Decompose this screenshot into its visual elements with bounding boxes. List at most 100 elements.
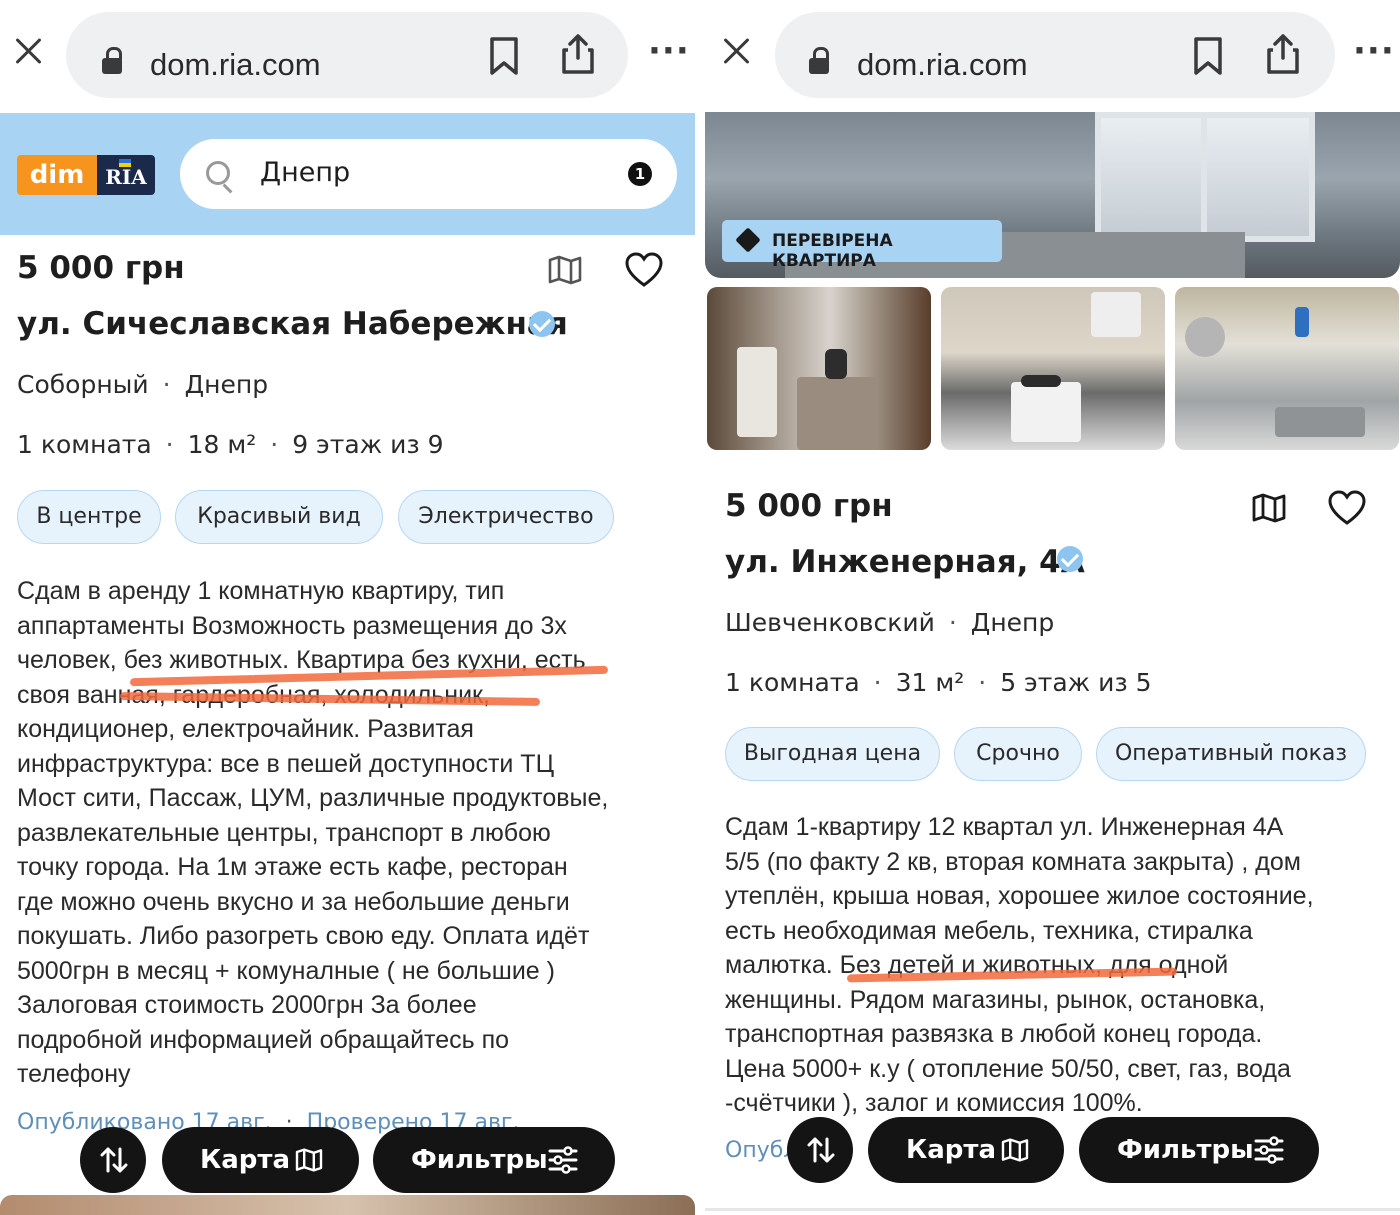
close-icon[interactable] (14, 36, 44, 66)
filter-sliders-icon (548, 1146, 578, 1174)
dimria-logo[interactable]: dim RIA (17, 155, 155, 195)
logo-dim: dim (17, 155, 97, 195)
map-button-label: Карта (906, 1135, 997, 1165)
logo-ria: RIA (97, 155, 155, 195)
share-icon[interactable] (560, 34, 596, 74)
description-line: кондиционер, електрочайник. Развитая (17, 715, 474, 743)
description-line: 5/5 (по факту 2 кв, вторая комната закры… (725, 847, 1301, 876)
map-icon[interactable] (1252, 493, 1286, 523)
sort-icon (100, 1147, 128, 1173)
listing-price: 5 000 грн (725, 488, 893, 524)
filter-sliders-icon (1254, 1136, 1284, 1164)
photo-thumbnail[interactable] (1175, 287, 1399, 450)
share-icon[interactable] (1265, 34, 1301, 74)
tag-chip[interactable]: Срочно (954, 727, 1082, 781)
sort-icon (807, 1137, 835, 1163)
close-icon[interactable] (722, 36, 752, 66)
description-line: есть необходимая мебель, техника, стирал… (725, 916, 1253, 945)
description-line: покушать. Либо разогреть свою еду. Оплат… (17, 922, 590, 950)
more-icon[interactable]: ··· (648, 34, 690, 68)
filters-button[interactable]: Фильтры (373, 1127, 615, 1193)
filters-button[interactable]: Фильтры (1079, 1117, 1319, 1183)
panel-divider (695, 0, 705, 1215)
area: 18 м² (187, 430, 257, 459)
verified-apartment-badge: ПЕРЕВІРЕНА КВАРТИРА (722, 220, 1002, 271)
tag-chip[interactable]: Электричество (398, 490, 614, 544)
bookmark-icon[interactable] (1190, 36, 1226, 76)
next-listing-photo[interactable] (0, 1195, 695, 1215)
description-line: где можно очень вкусно и за небольшие де… (17, 887, 570, 916)
main-listing-photo[interactable]: ПЕРЕВІРЕНА КВАРТИРА (705, 112, 1400, 278)
sort-button[interactable] (787, 1117, 853, 1183)
description-line: аппартаменты Возможность размещения до 3… (17, 611, 567, 640)
browser-bar: dom.ria.com ··· (0, 0, 695, 110)
description-line: Сдам 1-квартиру 12 квартал ул. Инженерна… (725, 813, 1284, 841)
floor: 9 этаж из 9 (292, 430, 444, 459)
section-separator (705, 1208, 1400, 1211)
tag-chip[interactable]: Красивый вид (175, 490, 383, 544)
tag-chip[interactable]: Оперативный показ (1096, 727, 1366, 781)
description-line: подробной информацией обращайтесь по (17, 1025, 510, 1054)
description-line: Сдам в аренду 1 комнатную квартиру, тип (17, 577, 505, 605)
more-icon[interactable]: ··· (1353, 34, 1395, 68)
verified-icon (1057, 546, 1083, 572)
city: Днепр (970, 608, 1055, 637)
bookmark-icon[interactable] (486, 36, 522, 76)
favorite-heart-icon[interactable] (1328, 490, 1366, 526)
city: Днепр (184, 370, 269, 399)
description-line: -счётчики ), залог и комиссия 100%. (725, 1089, 1143, 1117)
description-line: развлекательные центры, транспорт в любо… (17, 818, 551, 847)
photo-thumbnail[interactable] (941, 287, 1165, 450)
district: Шевченковский (725, 608, 935, 637)
details-line: 1 комната · 18 м² · 9 этаж из 9 (17, 430, 444, 459)
description-line: утеплён, крыша новая, хорошее жилое сост… (725, 882, 1314, 910)
listing-description: Сдам 1-квартиру 12 квартал ул. Инженерна… (725, 810, 1314, 1121)
listing-price: 5 000 грн (17, 250, 185, 286)
verified-icon (529, 311, 555, 337)
search-icon (206, 161, 230, 185)
tag-chip[interactable]: Выгодная цена (725, 727, 940, 781)
description-line: телефону (17, 1060, 131, 1088)
floor: 5 этаж из 5 (1000, 668, 1152, 697)
search-value: Днепр (260, 157, 351, 188)
description-line: Мост сити, Пассаж, ЦУМ, различные продук… (17, 784, 609, 812)
map-button[interactable]: Карта (868, 1117, 1064, 1183)
lock-icon (102, 47, 122, 74)
map-icon[interactable] (548, 255, 582, 285)
left-screenshot: dom.ria.com ··· dim RIA Днепр 1 5 000 гр… (0, 0, 695, 1215)
photo-thumbnail[interactable] (707, 287, 931, 450)
description-line: Цена 5000+ к.у ( отопление 50/50, свет, … (725, 1054, 1291, 1083)
description-line: Залоговая стоимость 2000грн За более (17, 991, 477, 1019)
map-icon (295, 1148, 323, 1172)
rooms: 1 комната (725, 668, 860, 697)
verified-badge-text: ПЕРЕВІРЕНА КВАРТИРА (772, 231, 893, 271)
area: 31 м² (895, 668, 965, 697)
url-text: dom.ria.com (150, 47, 321, 82)
favorite-heart-icon[interactable] (625, 252, 663, 288)
listing-street[interactable]: ул. Сичеславская Набережная (17, 306, 568, 342)
address-bar[interactable]: dom.ria.com (775, 12, 1335, 98)
tag-chip[interactable]: В центре (17, 490, 161, 544)
search-input[interactable]: Днепр 1 (180, 139, 677, 209)
details-line: 1 комната · 31 м² · 5 этаж из 5 (725, 668, 1152, 697)
lock-icon (809, 47, 829, 74)
filters-button-label: Фильтры (411, 1145, 548, 1175)
listing-street[interactable]: ул. Инженерная, 4А (725, 544, 1085, 580)
map-button-label: Карта (200, 1145, 291, 1175)
sort-button[interactable] (80, 1127, 146, 1193)
filters-button-label: Фильтры (1117, 1135, 1254, 1165)
search-filter-count-badge: 1 (628, 162, 652, 186)
map-button[interactable]: Карта (162, 1127, 359, 1193)
description-line: точку города. На 1м этаже есть кафе, рес… (17, 853, 568, 881)
address-bar[interactable]: dom.ria.com (66, 12, 628, 98)
description-line: инфраструктура: все в пешей доступности … (17, 749, 555, 778)
description-line: транспортная развязка в любой конец горо… (725, 1020, 1263, 1048)
url-text: dom.ria.com (857, 47, 1028, 82)
location-line: Шевченковский · Днепр (725, 608, 1055, 637)
photo-window (1095, 112, 1315, 242)
site-header: dim RIA Днепр 1 (0, 113, 695, 235)
map-icon (1001, 1138, 1029, 1162)
district: Соборный (17, 370, 149, 399)
description-line: 5000грн в месяц + комуналные ( не больши… (17, 956, 555, 985)
listing-description: Сдам в аренду 1 комнатную квартиру, тип … (17, 574, 608, 1092)
